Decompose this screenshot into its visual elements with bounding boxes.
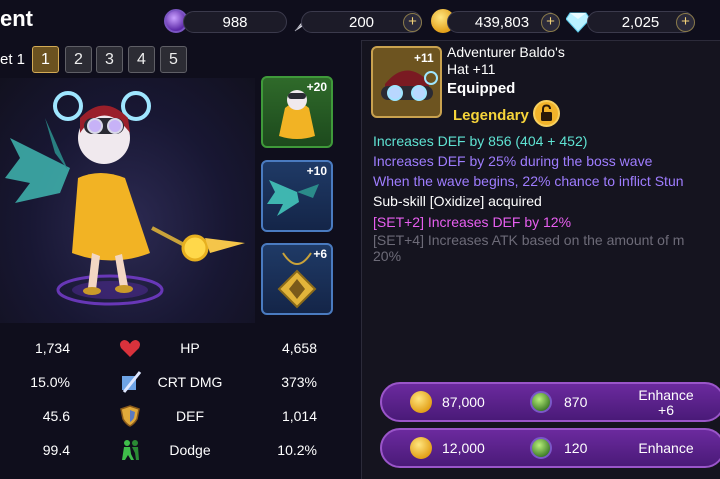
stat-base-value: 15.0% (30, 374, 70, 390)
slot-plus-label: +6 (313, 247, 327, 261)
stat-base-value: 99.4 (42, 442, 70, 458)
item-plus-label: +11 (414, 51, 434, 65)
enhance-stone-icon (530, 437, 552, 459)
stat-base-value: 1,734 (34, 340, 70, 356)
set-bonus-line: [SET+4] Increases ATK based on the amoun… (373, 232, 685, 248)
add-gold-button[interactable]: + (541, 13, 560, 32)
stat-row-crt-dmg: 15.0% CRT DMG 373% (0, 365, 350, 399)
diamond-value: 2,025 (621, 13, 660, 31)
stat-base-value: 45.6 (42, 408, 70, 424)
equipment-slot-wings[interactable]: +10 (261, 160, 333, 232)
item-name-line2: Hat +11 (447, 61, 496, 77)
page-title: ent (0, 6, 33, 31)
item-effect-line: Increases DEF by 856 (404 + 452) (373, 133, 588, 149)
stat-row-dodge: 99.4 Dodge 10.2% (0, 433, 350, 467)
stamina-value: 988 (222, 13, 248, 31)
stat-total-value: 10.2% (277, 442, 317, 458)
stat-total-value: 1,014 (281, 408, 317, 424)
enhance-stone-icon (530, 391, 552, 413)
heart-icon (118, 336, 142, 360)
item-effect-line: Sub-skill [Oxidize] acquired (373, 193, 542, 209)
add-diamond-button[interactable]: + (676, 13, 695, 32)
item-effect-line: Increases DEF by 25% during the boss wav… (373, 153, 653, 169)
gold-value: 439,803 (474, 13, 530, 31)
enhance-label: Enhance (622, 441, 710, 456)
item-name: Adventurer Baldo's Hat +11 (447, 44, 647, 78)
slot-plus-label: +10 (306, 164, 327, 178)
stat-total-value: 4,658 (281, 340, 317, 356)
slot-plus-label: +20 (306, 80, 327, 94)
enhance-label-line1: Enhance (638, 387, 694, 403)
gold-cost: 87,000 (442, 394, 485, 410)
stone-cost: 870 (564, 394, 588, 410)
gold-cost: 12,000 (442, 440, 485, 456)
set-tab-4[interactable]: 4 (128, 46, 155, 73)
enhance-label: Enhance +6 (622, 388, 710, 418)
add-feather-button[interactable]: + (403, 13, 422, 32)
enhance-button[interactable]: 12,000 120 Enhance (380, 428, 720, 468)
set-bonus-line: [SET+2] Increases DEF by 12% (373, 214, 572, 230)
stat-name: HP (180, 340, 200, 356)
stone-cost: 120 (564, 440, 588, 456)
equipped-status: Equipped (447, 80, 516, 97)
shield-icon (118, 404, 142, 428)
character-illustration (5, 91, 245, 306)
rarity-label: Legendary (453, 107, 529, 124)
crit-sword-icon (118, 370, 142, 394)
stat-name: CRT DMG (157, 374, 223, 390)
item-name-line1: Adventurer Baldo's (447, 44, 565, 60)
gold-coin-icon (410, 437, 432, 459)
character-display (0, 78, 255, 323)
stat-row-hp: 1,734 HP 4,658 (0, 331, 350, 365)
set-tab-1[interactable]: 1 (32, 46, 59, 73)
lock-icon[interactable] (533, 100, 560, 127)
stat-name: DEF (176, 408, 204, 424)
equipment-slot-amulet[interactable]: +6 (261, 243, 333, 315)
gold-coin-icon (410, 391, 432, 413)
stamina-counter: 988 (183, 11, 287, 33)
set-label: et 1 (0, 51, 26, 68)
set-tab-5[interactable]: 5 (160, 46, 187, 73)
enhance-label-line1: Enhance (638, 440, 694, 456)
dodge-figure-icon (118, 438, 142, 462)
set-bonus-line: 20% (373, 248, 402, 264)
item-effect-line: When the wave begins, 22% chance to infl… (373, 173, 684, 189)
enhance-label-line2: +6 (658, 402, 674, 418)
set-tab-3[interactable]: 3 (96, 46, 123, 73)
feather-value: 200 (348, 13, 375, 31)
stat-total-value: 373% (281, 374, 317, 390)
stat-row-def: 45.6 DEF 1,014 (0, 399, 350, 433)
set-tab-2[interactable]: 2 (65, 46, 92, 73)
stat-name: Dodge (169, 442, 211, 458)
equipment-slot-costume[interactable]: +20 (261, 76, 333, 148)
enhance-plus6-button[interactable]: 87,000 870 Enhance +6 (380, 382, 720, 422)
